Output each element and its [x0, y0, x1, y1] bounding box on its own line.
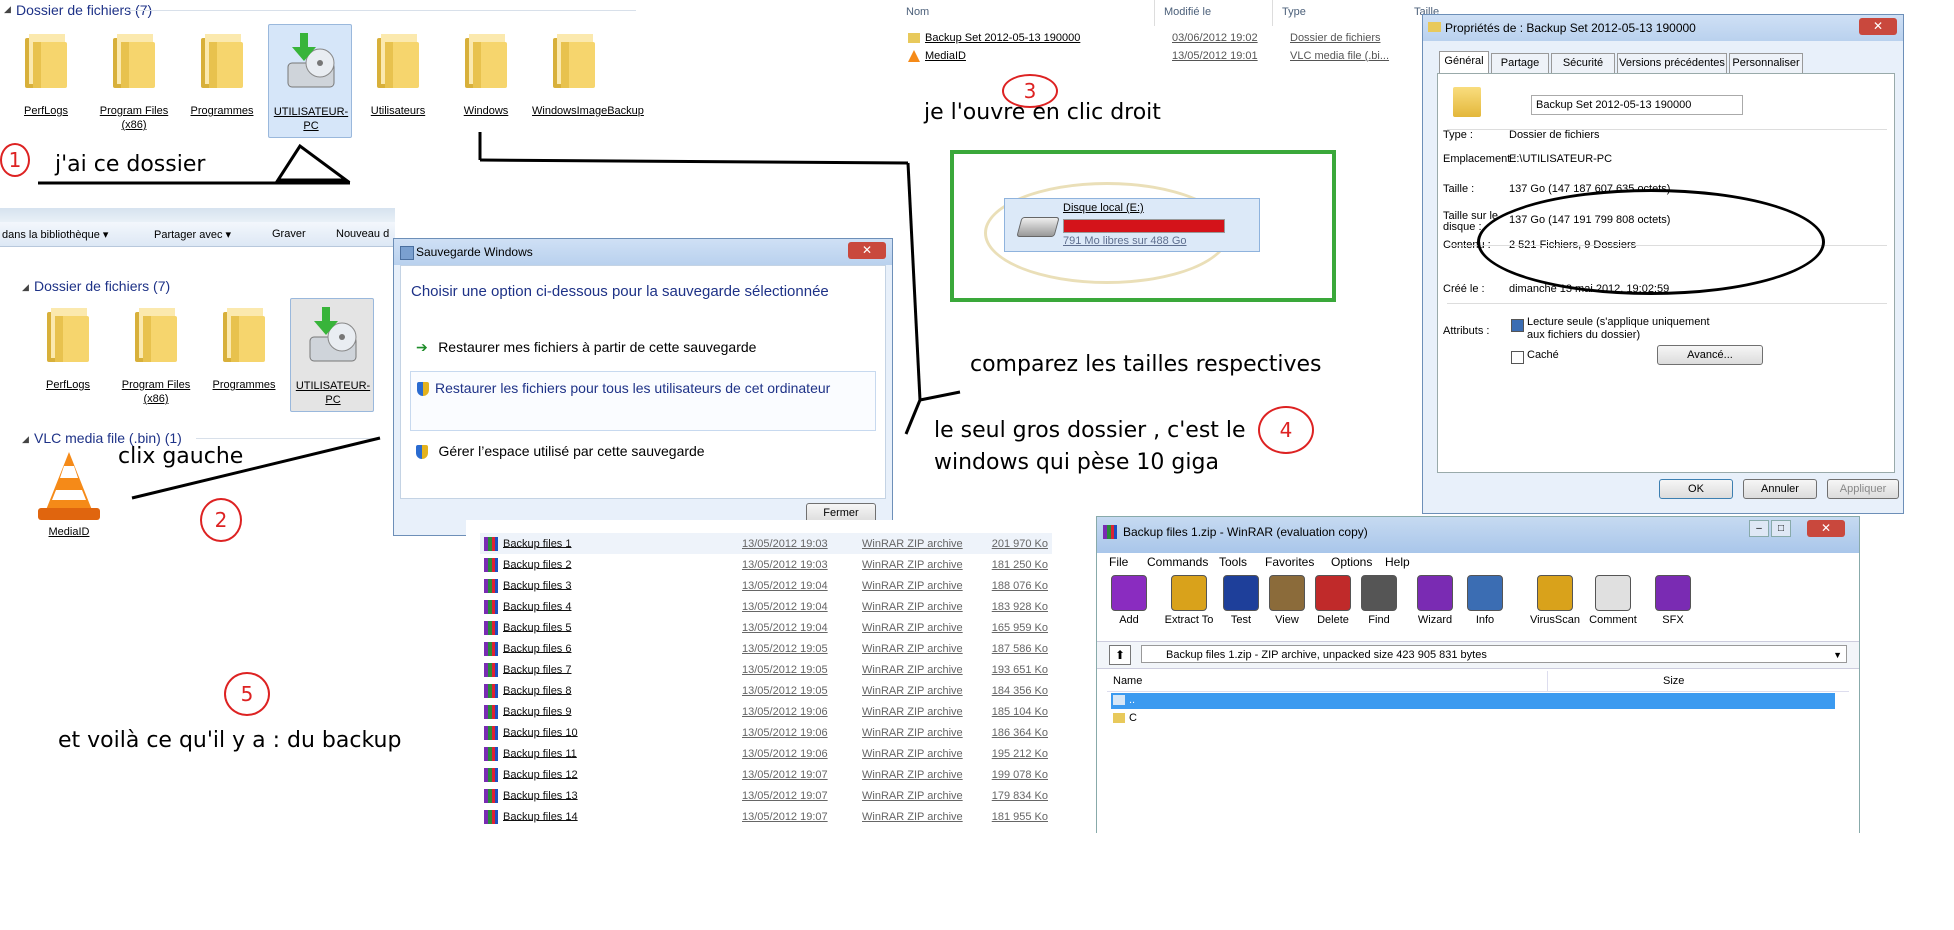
- annotation-lines: [38, 132, 961, 500]
